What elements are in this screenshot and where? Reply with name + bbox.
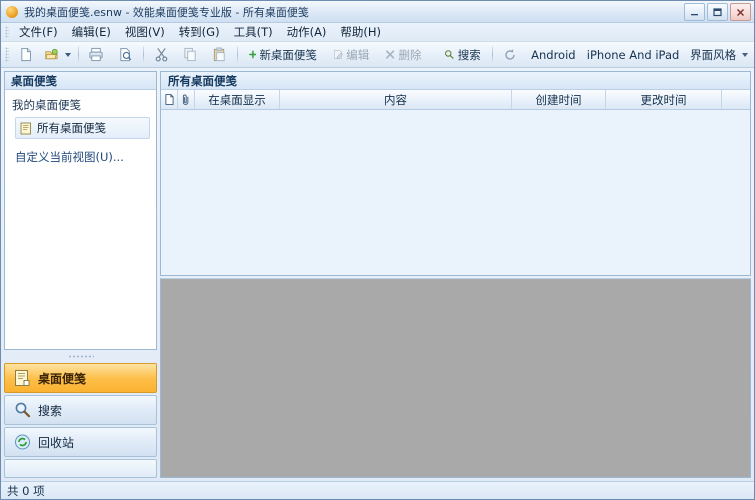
edit-button[interactable]: 编辑 (325, 43, 377, 66)
sync-icon (503, 48, 517, 62)
sidebar-nav-buttons: 桌面便笺 搜索 回收站 (4, 363, 157, 478)
search-label: 搜索 (458, 47, 481, 63)
delete-label: 删除 (399, 47, 422, 63)
close-button[interactable] (730, 3, 751, 21)
open-file-caret[interactable] (65, 53, 71, 57)
new-document-icon (19, 47, 34, 62)
copy-icon (183, 47, 198, 62)
sidebar-body: 我的桌面便笺 所有桌面便笺 自定义当前视图(U)... (5, 90, 156, 349)
menu-view[interactable]: 视图(V) (118, 23, 172, 41)
sidebar-item-all-notes[interactable]: 所有桌面便笺 (15, 117, 150, 139)
toolbar-separator-5 (492, 46, 493, 63)
status-item-count: 共 0 项 (7, 483, 45, 499)
new-file-button[interactable] (12, 43, 41, 66)
delete-button[interactable]: 删除 (377, 43, 429, 66)
column-chooser-button[interactable] (722, 90, 750, 109)
sidebar-nav-recycle-bin[interactable]: 回收站 (4, 427, 157, 457)
application-window: 我的桌面便笺.esnw - 效能桌面便笺专业版 - 所有桌面便笺 文件(F) 编… (0, 0, 755, 500)
window-title: 我的桌面便笺.esnw - 效能桌面便笺专业版 - 所有桌面便笺 (24, 4, 309, 20)
paste-button[interactable] (205, 43, 234, 66)
open-folder-icon (45, 47, 59, 62)
edit-icon (333, 48, 343, 61)
new-note-button[interactable]: 新桌面便笺 (241, 43, 325, 66)
cut-button[interactable] (147, 43, 176, 66)
toolbar: 新桌面便笺 编辑 删除 搜索 (1, 42, 754, 68)
column-attachment-clip[interactable] (178, 90, 195, 109)
column-attachment-doc[interactable] (161, 90, 178, 109)
document-icon (165, 94, 174, 105)
menu-edit[interactable]: 编辑(E) (65, 23, 118, 41)
note-icon (14, 369, 31, 387)
menu-file[interactable]: 文件(F) (12, 23, 65, 41)
sidebar-item-all-notes-label: 所有桌面便笺 (37, 120, 106, 136)
note-icon (20, 122, 32, 135)
skin-caret-icon[interactable] (742, 53, 748, 57)
iphone-ipad-label: iPhone And iPad (587, 48, 680, 62)
status-bar: 共 0 项 (1, 481, 754, 499)
app-icon (6, 6, 18, 18)
navigation-panel: 桌面便笺 我的桌面便笺 所有桌面便笺 自定义当前视图(U)... (4, 71, 157, 350)
toolbar-grip[interactable] (5, 47, 9, 62)
recycle-bin-icon (14, 433, 31, 451)
sidebar-nav-desktop-notes-label: 桌面便笺 (38, 370, 86, 387)
toolbar-separator-2 (143, 46, 144, 63)
column-header-row: 在桌面显示 内容 创建时间 更改时间 (161, 90, 750, 110)
note-preview-pane[interactable] (160, 278, 751, 478)
copy-button[interactable] (176, 43, 205, 66)
sidebar: 桌面便笺 我的桌面便笺 所有桌面便笺 自定义当前视图(U)... (4, 71, 157, 478)
sidebar-nav-desktop-notes[interactable]: 桌面便笺 (4, 363, 157, 393)
panel-title: 所有桌面便笺 (161, 72, 750, 90)
notes-list-panel: 所有桌面便笺 在桌面显示 内容 创建时间 (160, 71, 751, 276)
skin-label: 界面风格 (690, 47, 736, 63)
close-x-icon (385, 48, 395, 61)
sync-button[interactable] (496, 43, 525, 66)
menu-tools[interactable]: 工具(T) (227, 23, 280, 41)
minimize-button[interactable] (684, 3, 705, 21)
sidebar-nav-search-label: 搜索 (38, 402, 62, 419)
sidebar-nav-more[interactable] (4, 459, 157, 478)
sidebar-nav-search[interactable]: 搜索 (4, 395, 157, 425)
paste-icon (212, 47, 227, 62)
column-show-on-desktop[interactable]: 在桌面显示 (195, 90, 280, 109)
sidebar-header: 桌面便笺 (5, 72, 156, 90)
column-content[interactable]: 内容 (280, 90, 512, 109)
cut-icon (154, 47, 169, 62)
android-button[interactable]: Android (525, 43, 582, 66)
toolbar-separator-3 (237, 46, 238, 63)
open-file-button[interactable] (41, 43, 75, 66)
menu-bar: 文件(F) 编辑(E) 视图(V) 转到(G) 工具(T) 动作(A) 帮助(H… (1, 23, 754, 42)
toolbar-separator-4 (433, 46, 434, 63)
plus-icon (249, 48, 257, 61)
title-bar: 我的桌面便笺.esnw - 效能桌面便笺专业版 - 所有桌面便笺 (1, 1, 754, 23)
print-preview-icon (118, 47, 133, 62)
menu-actions[interactable]: 动作(A) (280, 23, 334, 41)
print-preview-button[interactable] (111, 43, 140, 66)
android-label: Android (531, 48, 575, 62)
print-button[interactable] (82, 43, 111, 66)
maximize-button[interactable] (707, 3, 728, 21)
magnifier-icon (444, 48, 454, 61)
iphone-ipad-button[interactable]: iPhone And iPad (582, 43, 684, 66)
window-controls (684, 3, 751, 21)
menu-grip[interactable] (5, 26, 9, 38)
skin-button[interactable]: 界面风格 (684, 43, 754, 66)
search-button[interactable]: 搜索 (436, 43, 488, 66)
sidebar-splitter[interactable] (4, 353, 157, 360)
paperclip-icon (182, 94, 191, 105)
notes-list-body[interactable] (161, 110, 750, 275)
column-created-time[interactable]: 创建时间 (512, 90, 606, 109)
column-modified-time[interactable]: 更改时间 (606, 90, 722, 109)
edit-label: 编辑 (346, 47, 369, 63)
sidebar-nav-recycle-bin-label: 回收站 (38, 434, 74, 451)
toolbar-separator-1 (78, 46, 79, 63)
magnifier-icon (14, 401, 31, 419)
menu-help[interactable]: 帮助(H) (333, 23, 388, 41)
menu-goto[interactable]: 转到(G) (172, 23, 227, 41)
new-note-label: 新桌面便笺 (259, 47, 317, 63)
sidebar-group-label: 我的桌面便笺 (5, 95, 156, 116)
main-area: 所有桌面便笺 在桌面显示 内容 创建时间 (160, 71, 751, 478)
print-icon (88, 47, 104, 62)
window-body: 桌面便笺 我的桌面便笺 所有桌面便笺 自定义当前视图(U)... (1, 68, 754, 481)
customize-view-link[interactable]: 自定义当前视图(U)... (5, 140, 156, 165)
